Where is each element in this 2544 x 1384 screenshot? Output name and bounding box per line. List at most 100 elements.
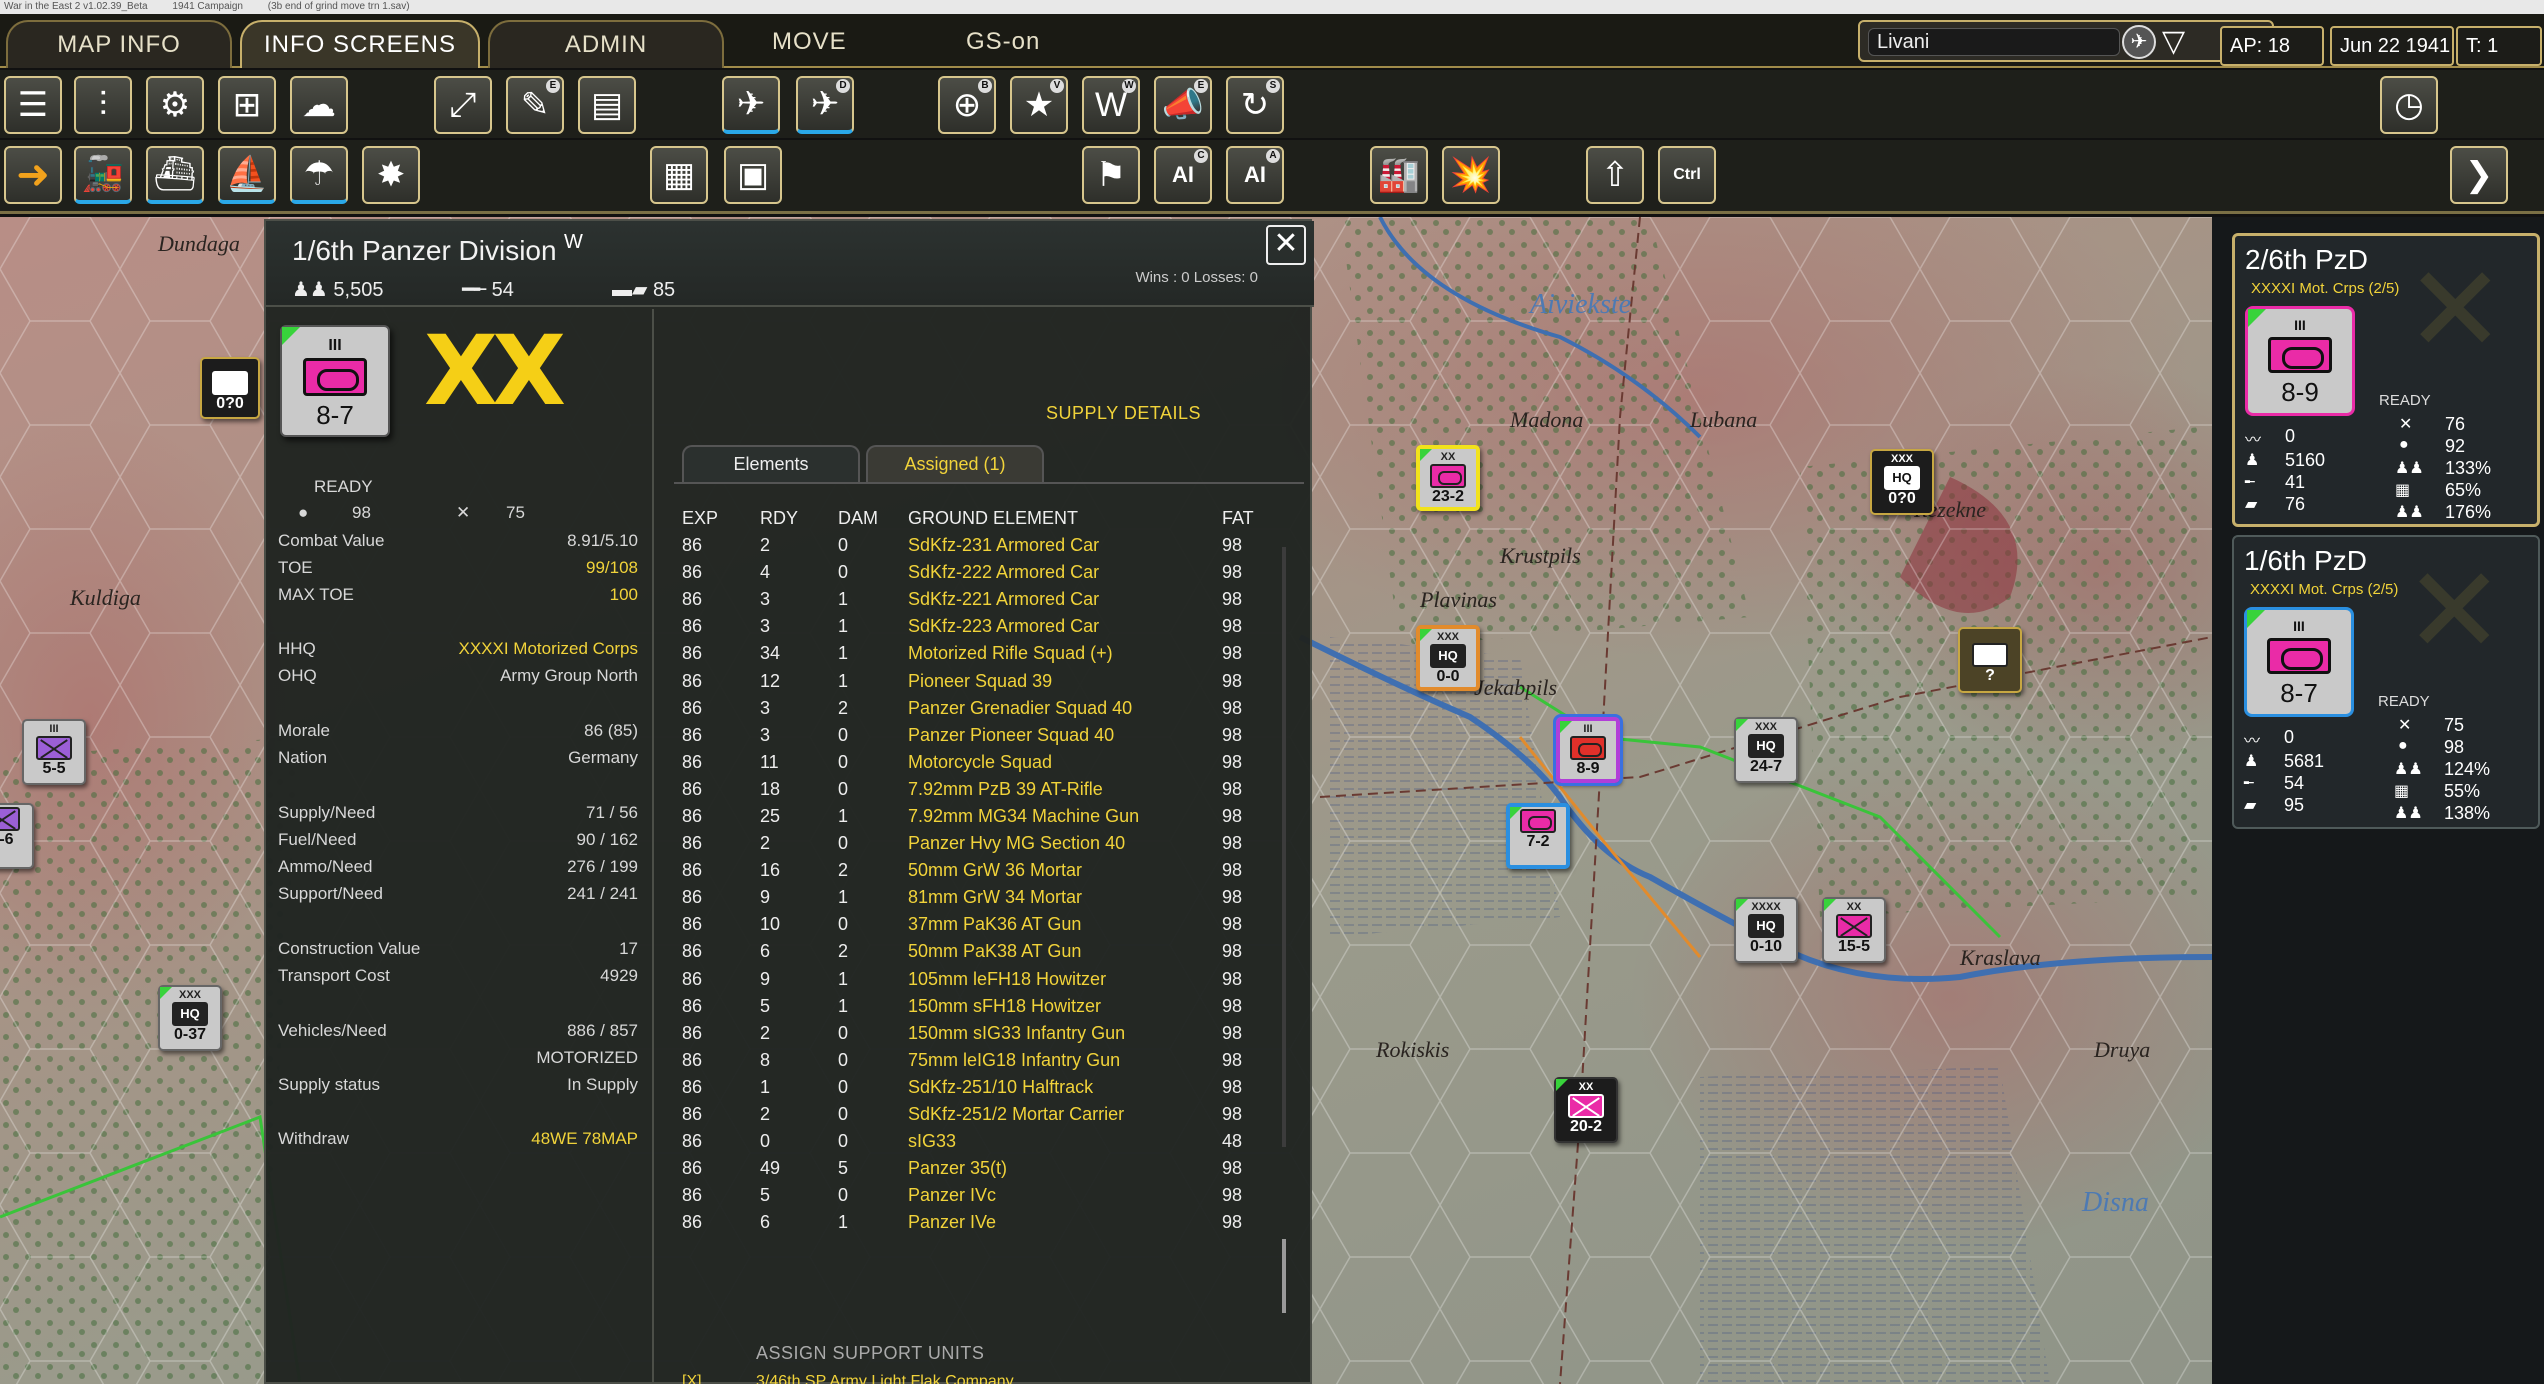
cell-element[interactable]: SdKfz-222 Armored Car	[908, 559, 1222, 586]
cell-element[interactable]: SdKfz-251/2 Mortar Carrier	[908, 1101, 1222, 1128]
table-row[interactable]: 86 6 1 Panzer IVe 98	[682, 1209, 1302, 1236]
tab-elements[interactable]: Elements	[682, 445, 860, 483]
cell-element[interactable]: 150mm sFH18 Howitzer	[908, 993, 1222, 1020]
col-exp[interactable]: EXP	[682, 505, 760, 532]
cell-element[interactable]: 81mm GrW 34 Mortar	[908, 884, 1222, 911]
table-row[interactable]: 86 25 1 7.92mm MG34 Machine Gun 98	[682, 803, 1302, 830]
cell-element[interactable]: Panzer Grenadier Squad 40	[908, 695, 1222, 722]
remove-support-button[interactable]: [X]	[682, 1373, 702, 1384]
unknown-enemy-counter[interactable]: ?	[1958, 627, 2022, 693]
col-dam[interactable]: DAM	[838, 505, 908, 532]
cell-element[interactable]: SdKfz-251/10 Halftrack	[908, 1074, 1222, 1101]
naval-transport-button[interactable]: ⛴	[146, 146, 204, 204]
cell-element[interactable]: 150mm sIG33 Infantry Gun	[908, 1020, 1222, 1047]
end-turn-clock-button[interactable]: ◷	[2380, 76, 2438, 134]
table-row[interactable]: 86 4 0 SdKfz-222 Armored Car 98	[682, 559, 1302, 586]
table-row[interactable]: 86 3 1 SdKfz-221 Armored Car 98	[682, 586, 1302, 613]
settings-button[interactable]: ⚙	[146, 76, 204, 134]
cell-element[interactable]: Panzer 35(t)	[908, 1155, 1222, 1182]
save-game-button[interactable]: ↻ S	[1226, 76, 1284, 134]
table-row[interactable]: 86 49 5 Panzer 35(t) 98	[682, 1155, 1302, 1182]
enemy-hq-counter[interactable]: XXX HQ 0?0	[1870, 449, 1934, 515]
hq-counter[interactable]: XXX HQ 0-37	[158, 985, 222, 1051]
next-unit-button[interactable]: ❯	[2450, 146, 2508, 204]
cell-element[interactable]: Motorized Rifle Squad (+)	[908, 640, 1222, 667]
unit-group-button[interactable]: ▦	[650, 146, 708, 204]
ai-auto-button[interactable]: AI A	[1226, 146, 1284, 204]
bombard-button[interactable]: ✸	[362, 146, 420, 204]
unit-counter[interactable]: 7-6	[0, 803, 34, 869]
cell-element[interactable]: SdKfz-221 Armored Car	[908, 586, 1222, 613]
factory-button[interactable]: 🏭	[1370, 146, 1428, 204]
cell-element[interactable]: Pioneer Squad 39	[908, 667, 1222, 694]
cell-element[interactable]: 7.92mm PzB 39 AT-Rifle	[908, 776, 1222, 803]
enemy-counter-west[interactable]: 0?0	[200, 357, 260, 419]
cell-element[interactable]: Panzer Pioneer Squad 40	[908, 722, 1222, 749]
air-doctrine-button[interactable]: ✈ D	[796, 76, 854, 134]
table-row[interactable]: 86 9 1 81mm GrW 34 Mortar 98	[682, 884, 1302, 911]
airborne-button[interactable]: ☂	[290, 146, 348, 204]
table-row[interactable]: 86 34 1 Motorized Rifle Squad (+) 98	[682, 640, 1302, 667]
elements-scrollbar[interactable]	[1282, 547, 1286, 1147]
col-rdy[interactable]: RDY	[760, 505, 838, 532]
unit-card-1-6th-pzd[interactable]: ✕ 1/6th PzD XXXXI Mot. Crps (2/5) III 8-…	[2232, 535, 2540, 829]
gs-toggle-button[interactable]: GS-on	[966, 28, 1040, 56]
unit-counter[interactable]: 7-2	[1506, 803, 1570, 869]
rail-mode-button[interactable]: 🚂	[74, 146, 132, 204]
move-mode-arrow-button[interactable]: ➜	[4, 146, 62, 204]
victory-button[interactable]: ★ V	[1010, 76, 1068, 134]
air-mission-button[interactable]: ✈	[722, 76, 780, 134]
amphibious-button[interactable]: ⛵	[218, 146, 276, 204]
table-row[interactable]: 86 5 1 150mm sFH18 Howitzer 98	[682, 993, 1302, 1020]
field-hhq[interactable]: HHQ XXXXI Motorized Corps	[278, 639, 650, 663]
assigned-support-unit[interactable]: 3/46th SP Army Light Flak Company	[756, 1373, 1014, 1384]
edit-report-button[interactable]: ✎ E	[506, 76, 564, 134]
table-row[interactable]: 86 11 0 Motorcycle Squad 98	[682, 749, 1302, 776]
table-row[interactable]: 86 12 1 Pioneer Squad 39 98	[682, 667, 1302, 694]
weather-report-button[interactable]: WW	[1082, 76, 1140, 134]
cell-element[interactable]: sIG33	[908, 1128, 1222, 1155]
table-row[interactable]: 86 18 0 7.92mm PzB 39 AT-Rifle 98	[682, 776, 1302, 803]
close-panel-button[interactable]: ✕	[1266, 225, 1306, 265]
cell-element[interactable]: 75mm leIG18 Infantry Gun	[908, 1047, 1222, 1074]
cell-element[interactable]: Motorcycle Squad	[908, 749, 1222, 776]
tab-assigned[interactable]: Assigned (1)	[866, 445, 1044, 483]
unit-counter[interactable]: III 5-5	[22, 719, 86, 785]
events-button[interactable]: 📣 E	[1154, 76, 1212, 134]
table-row[interactable]: 86 16 2 50mm GrW 36 Mortar 98	[682, 857, 1302, 884]
table-row[interactable]: 86 2 0 Panzer Hvy MG Section 40 98	[682, 830, 1302, 857]
combat-button[interactable]: 💥	[1442, 146, 1500, 204]
up-level-button[interactable]: ⇧	[1586, 146, 1644, 204]
logistics-button[interactable]: ⊕ B	[938, 76, 996, 134]
ctrl-button[interactable]: Ctrl	[1658, 146, 1716, 204]
table-row[interactable]: 86 1 0 SdKfz-251/10 Halftrack 98	[682, 1074, 1302, 1101]
report-button[interactable]: ▤	[578, 76, 636, 134]
table-row[interactable]: 86 10 0 37mm PaK36 AT Gun 98	[682, 911, 1302, 938]
hq-counter[interactable]: XXX HQ 24-7	[1734, 717, 1798, 783]
table-row[interactable]: 86 3 2 Panzer Grenadier Squad 40 98	[682, 695, 1302, 722]
table-row[interactable]: 86 0 0 sIG33 48	[682, 1128, 1302, 1155]
cell-element[interactable]: Panzer IVc	[908, 1182, 1222, 1209]
ai-assist-button[interactable]: AI C	[1154, 146, 1212, 204]
supply-details-link[interactable]: SUPPLY DETAILS	[1046, 403, 1201, 424]
table-row[interactable]: 86 6 2 50mm PaK38 AT Gun 98	[682, 938, 1302, 965]
unit-counter[interactable]: XX 15-5	[1822, 897, 1886, 963]
hex-search-input[interactable]	[1868, 28, 2120, 56]
cell-element[interactable]: 37mm PaK36 AT Gun	[908, 911, 1222, 938]
table-row[interactable]: 86 5 0 Panzer IVc 98	[682, 1182, 1302, 1209]
cell-element[interactable]: 7.92mm MG34 Machine Gun	[908, 803, 1222, 830]
col-fat[interactable]: FAT	[1222, 505, 1302, 532]
tab-info-screens[interactable]: INFO SCREENS	[240, 20, 480, 68]
cell-element[interactable]: Panzer IVe	[908, 1209, 1222, 1236]
table-row[interactable]: 86 8 0 75mm leIG18 Infantry Gun 98	[682, 1047, 1302, 1074]
expand-button[interactable]: ⤢	[434, 76, 492, 134]
filter-triangle-icon[interactable]: ▽	[2162, 24, 2185, 60]
unit-card-2-6th-pzd[interactable]: ✕ 2/6th PzD XXXXI Mot. Crps (2/5) III 8-…	[2232, 233, 2540, 527]
production-button[interactable]: ⫶	[74, 76, 132, 134]
hq-counter[interactable]: XXX HQ 0-0	[1416, 625, 1480, 691]
cell-element[interactable]: SdKfz-223 Armored Car	[908, 613, 1222, 640]
tab-map-info[interactable]: MAP INFO	[6, 20, 232, 68]
table-row[interactable]: 86 2 0 150mm sIG33 Infantry Gun 98	[682, 1020, 1302, 1047]
flag-button[interactable]: ⚑	[1082, 146, 1140, 204]
cell-element[interactable]: Panzer Hvy MG Section 40	[908, 830, 1222, 857]
